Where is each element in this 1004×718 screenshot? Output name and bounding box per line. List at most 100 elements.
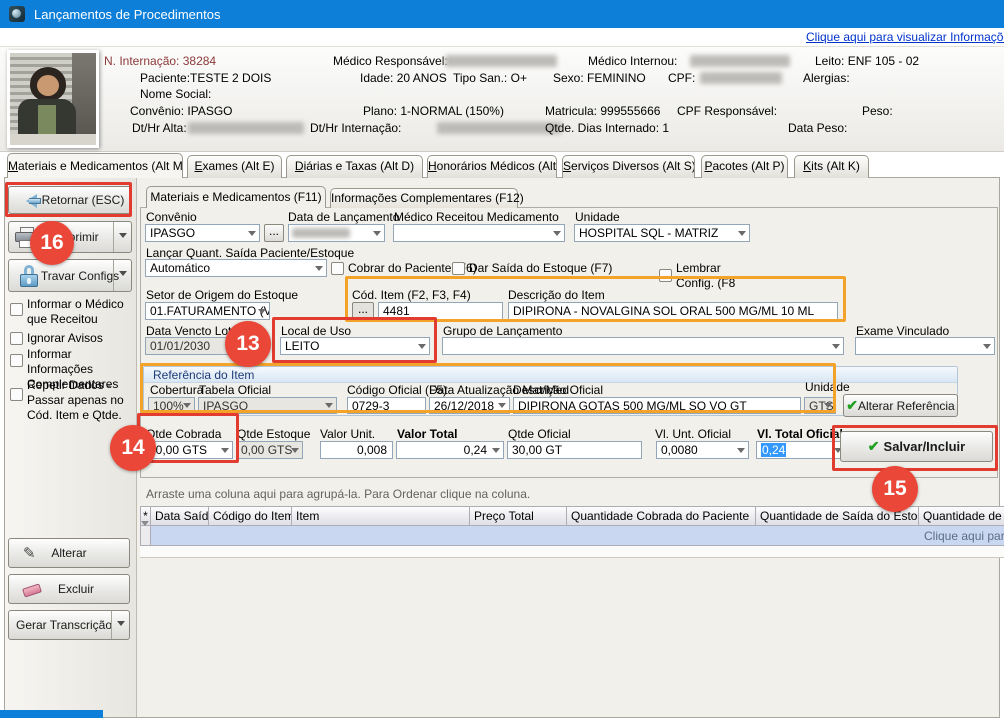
gerar-transcricao-dropdown[interactable] [111, 611, 129, 639]
dthr-alta-value-redacted [188, 122, 304, 134]
tab-exames[interactable]: Exames (Alt E) [187, 155, 282, 178]
checkbox-dar-saida[interactable] [452, 262, 465, 275]
travar-configs-button[interactable]: Travar Configs [8, 259, 132, 292]
vl-unt-oficial-combo[interactable]: 0,0080 [656, 441, 749, 459]
convenio-field: Convênio: IPASGO [130, 104, 233, 118]
pencil-icon: ✎ [23, 546, 36, 561]
background-window-edge [0, 710, 103, 718]
tab-materiais-medicamentos[interactable]: Materiais e Medicamentos (Alt M) [7, 153, 183, 178]
dthr-internacao-value-redacted [437, 122, 562, 134]
tab-informacoes-f12[interactable]: Informações Complementares (F12) [330, 188, 518, 208]
leito-field: Leito: ENF 105 - 02 [815, 54, 919, 68]
plano-field: Plano: 1-NORMAL (150%) [363, 104, 504, 118]
annotation-box-retornar [5, 182, 132, 217]
dias-internado-field: Qtde. Dias Internado: 1 [545, 121, 669, 135]
grid-col-codigo-item[interactable]: Código do Item [209, 506, 292, 526]
cpf-label: CPF: [668, 71, 695, 85]
qtde-estoque-combo[interactable]: 0,00 GTS [236, 441, 303, 459]
qtde-oficial-label: Qtde Oficial [508, 427, 571, 441]
valor-total-combo[interactable]: 0,24 [396, 441, 504, 459]
valor-unit-field[interactable]: 0,008 [320, 441, 393, 459]
grid-new-row[interactable] [151, 526, 1004, 546]
convenio-form-label: Convênio [146, 210, 197, 224]
excluir-button[interactable]: Excluir [8, 574, 130, 604]
medico-receitou-label: Médico Receitou Medicamento [394, 210, 559, 224]
sexo-field: Sexo: FEMININO [553, 71, 646, 85]
grid-col-qtd-cobrada[interactable]: Quantidade Cobrada do Paciente [567, 506, 756, 526]
medico-responsavel-label: Médico Responsável: [333, 54, 448, 68]
gerar-transcricao-button[interactable]: Gerar Transcrição [8, 610, 130, 640]
grupo-lancamento-label: Grupo de Lançamento [443, 324, 562, 338]
medico-receitou-combo[interactable] [393, 224, 565, 242]
unidade-combo[interactable]: HOSPITAL SQL - MATRIZ [574, 224, 750, 242]
nome-social-label: Nome Social: [140, 87, 211, 101]
titlebar: Lançamentos de Procedimentos [0, 0, 1004, 28]
annotation-box-referencia [140, 363, 836, 413]
cpf-responsavel-label: CPF Responsável: [677, 104, 777, 118]
photo-face [37, 75, 59, 96]
checkbox-ignorar-avisos-label[interactable]: Ignorar Avisos [27, 331, 133, 346]
grid-col-preco-total[interactable]: Preço Total [470, 506, 567, 526]
tab-materiais-f11[interactable]: Materiais e Medicamentos (F11) [146, 186, 326, 208]
grid-filter-indicator [140, 526, 151, 546]
setor-origem-combo[interactable]: 01.FATURAMENTO (VIRT [145, 302, 270, 320]
paciente-field: Paciente:TESTE 2 DOIS [140, 71, 271, 85]
internacao-field: N. Internação: 38284 [104, 54, 216, 68]
imprimir-dropdown[interactable] [113, 222, 131, 252]
annotation-circle-13: 13 [225, 321, 271, 367]
valor-unit-label: Valor Unit. [320, 427, 375, 441]
qtde-oficial-field[interactable]: 30,00 GT [507, 441, 642, 459]
matricula-field: Matricula: 999555666 [545, 104, 660, 118]
annotation-circle-15: 15 [872, 466, 918, 512]
grid-col-item[interactable]: Item [292, 506, 470, 526]
tab-diarias-taxas[interactable]: Diárias e Taxas (Alt D) [286, 155, 423, 178]
checkbox-repetir-dados-label[interactable]: Repetir Dados - Passar apenas no Cód. It… [27, 378, 135, 423]
alergias-label: Alergias: [803, 71, 850, 85]
valor-total-label: Valor Total [397, 427, 457, 441]
annotation-circle-14: 14 [110, 425, 156, 471]
checkbox-informar-medico[interactable] [10, 303, 23, 316]
checkbox-informar-medico-label[interactable]: Informar o Médico que Receitou [27, 297, 133, 327]
checkbox-informar-informacoes[interactable] [10, 354, 23, 367]
dthr-internacao-label: Dt/Hr Internação: [310, 121, 401, 135]
data-lancamento-combo[interactable] [288, 224, 385, 242]
visualizar-informacoes-link[interactable]: Clique aqui para visualizar Informações … [806, 30, 1004, 44]
data-lancamento-value-redacted [292, 228, 350, 238]
qtde-estoque-label: Qtde Estoque [237, 427, 310, 441]
alterar-referencia-button[interactable]: ✔ Alterar Referência [843, 394, 958, 417]
grid-col-qtd-sa[interactable]: Quantidade de Sa [919, 506, 1004, 526]
grid-new-row-hint: Clique aqui para [924, 529, 1004, 543]
peso-label: Peso: [862, 104, 893, 118]
convenio-more-button[interactable]: ... [264, 224, 284, 242]
checkbox-ignorar-avisos[interactable] [10, 332, 23, 345]
checkbox-lembrar-config-label1[interactable]: Lembrar [676, 261, 721, 276]
lock-icon [20, 265, 38, 287]
tab-servicos-diversos[interactable]: Serviços Diversos (Alt S) [562, 155, 695, 178]
vl-total-oficial-label: Vl. Total Oficial [757, 427, 843, 441]
exame-vinculado-combo[interactable] [855, 337, 995, 355]
travar-configs-dropdown[interactable] [113, 260, 131, 291]
checkbox-cobrar-paciente[interactable] [331, 262, 344, 275]
checkbox-repetir-dados[interactable] [10, 388, 23, 401]
check-icon: ✔ [846, 397, 858, 414]
annotation-circle-16: 16 [30, 221, 74, 265]
dthr-alta-label: Dt/Hr Alta: [132, 121, 187, 135]
grid-col-data-saida[interactable]: Data Saída [151, 506, 209, 526]
tab-pacotes[interactable]: Pacotes (Alt P) [701, 155, 788, 178]
lancar-quant-combo[interactable]: Automático [145, 259, 327, 277]
patient-photo [7, 50, 99, 148]
eraser-icon [22, 583, 42, 597]
tab-kits[interactable]: Kits (Alt K) [794, 155, 869, 178]
grupo-lancamento-combo[interactable] [442, 337, 844, 355]
tipo-sanguineo-field: Tipo San.: O+ [453, 71, 527, 85]
checkbox-dar-saida-label[interactable]: Dar Saída do Estoque (F7) [469, 261, 612, 276]
alterar-button[interactable]: ✎ Alterar [8, 538, 130, 568]
setor-origem-label: Setor de Origem do Estoque [146, 288, 298, 302]
annotation-box-salvar [832, 425, 998, 471]
medico-responsavel-value-redacted [445, 55, 557, 67]
app-icon [9, 6, 25, 22]
tab-honorarios-medicos[interactable]: Honorários Médicos (Alt H) [427, 155, 557, 178]
medico-internou-label: Médico Internou: [588, 54, 677, 68]
cpf-value-redacted [700, 72, 782, 84]
convenio-combo[interactable]: IPASGO [145, 224, 260, 242]
